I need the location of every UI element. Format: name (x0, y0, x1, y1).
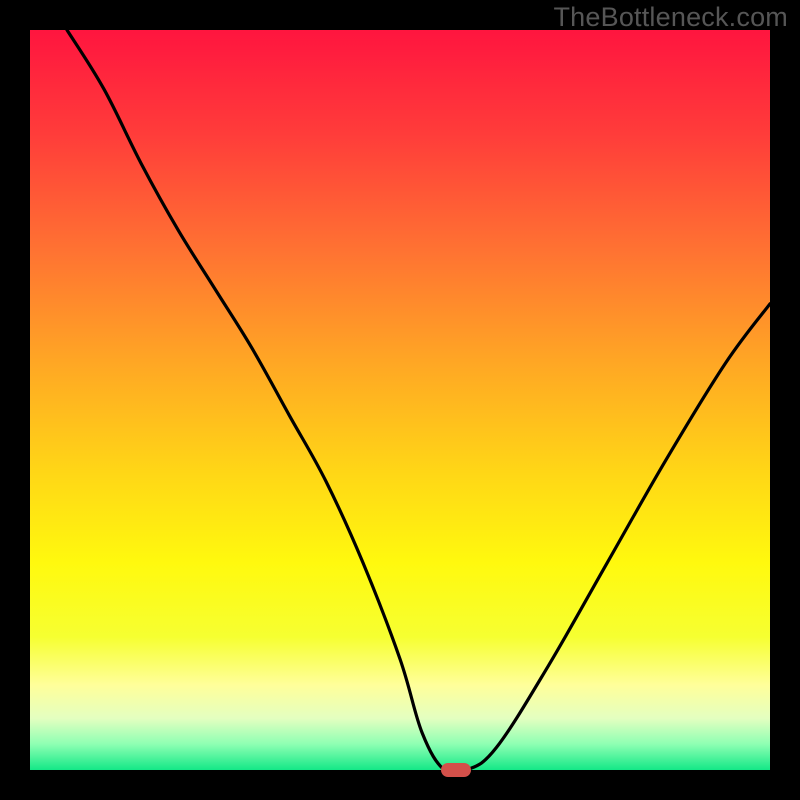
chart-container: TheBottleneck.com (0, 0, 800, 800)
optimal-point-marker (441, 763, 471, 777)
watermark-label: TheBottleneck.com (553, 2, 788, 33)
chart-svg (0, 0, 800, 800)
